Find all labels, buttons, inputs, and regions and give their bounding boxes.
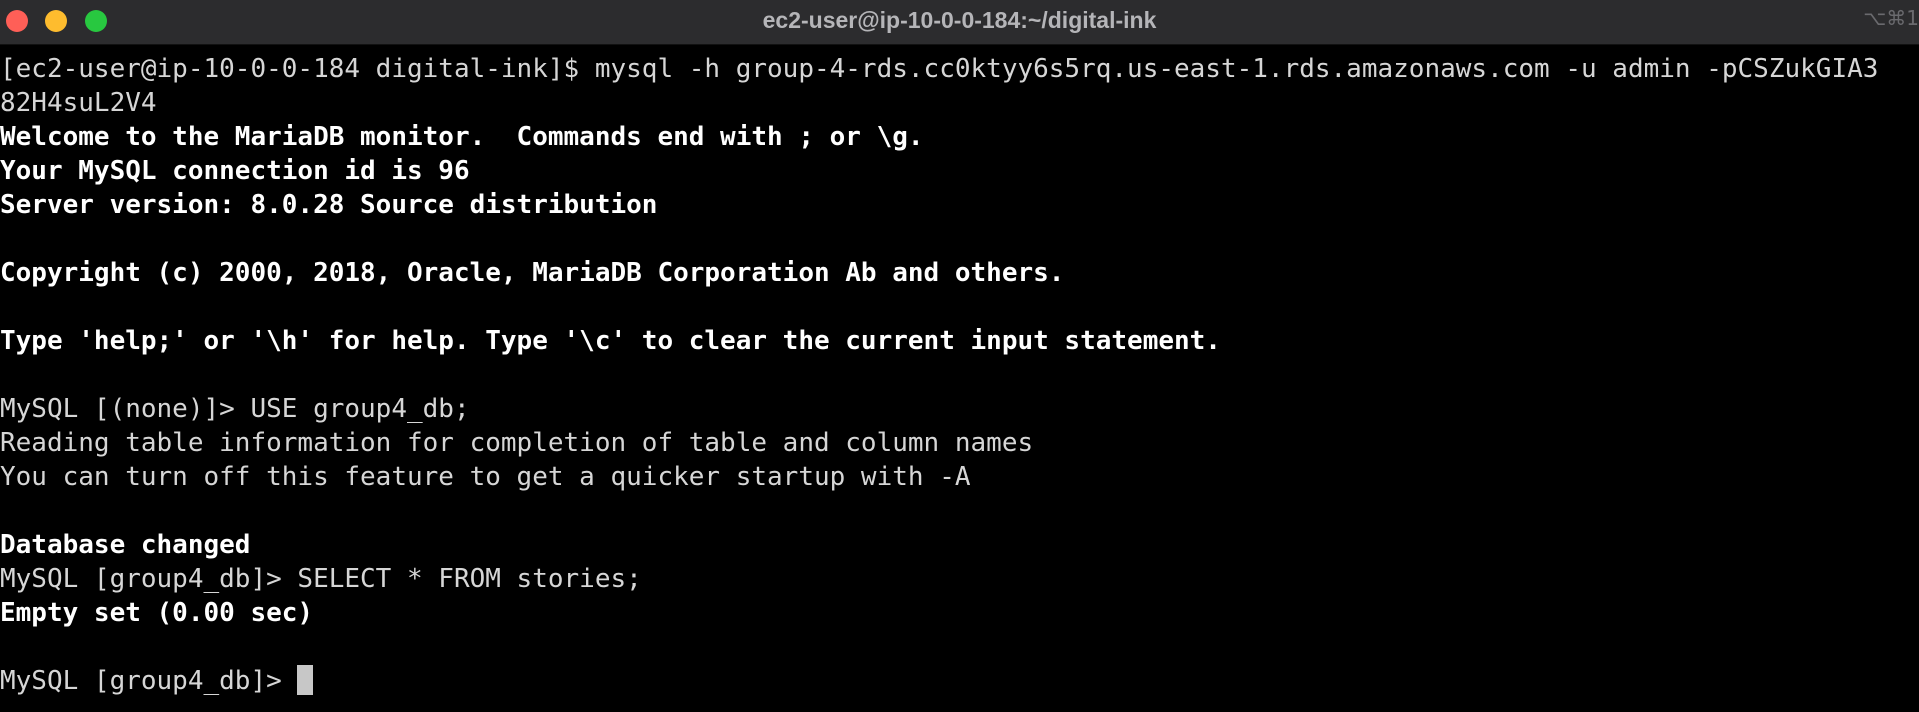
output-line: Server version: 8.0.28 Source distributi… (0, 190, 658, 220)
terminal-output[interactable]: [ec2-user@ip-10-0-0-184 digital-ink]$ my… (0, 52, 1919, 712)
output-line: MySQL [group4_db]> SELECT * FROM stories… (0, 564, 642, 594)
output-line: Copyright (c) 2000, 2018, Oracle, MariaD… (0, 258, 1065, 288)
window-title: ec2-user@ip-10-0-0-184:~/digital-ink (762, 7, 1157, 33)
output-line: You can turn off this feature to get a q… (0, 462, 971, 492)
output-line: Welcome to the MariaDB monitor. Commands… (0, 122, 924, 152)
output-line: Type 'help;' or '\h' for help. Type '\c'… (0, 326, 1221, 356)
terminal-window: ec2-user@ip-10-0-0-184:~/digital-ink ⌥⌘1… (0, 0, 1919, 712)
output-line: Your MySQL connection id is 96 (0, 156, 470, 186)
output-line: Reading table information for completion… (0, 428, 1034, 458)
title-bar[interactable]: ec2-user@ip-10-0-0-184:~/digital-ink ⌥⌘1 (0, 0, 1919, 45)
prompt-line[interactable]: MySQL [group4_db]> (0, 664, 1919, 698)
text-cursor (297, 665, 314, 695)
output-line: MySQL [(none)]> USE group4_db; (0, 394, 470, 424)
output-line: Empty set (0.00 sec) (0, 598, 314, 628)
prompt-text: MySQL [group4_db]> (0, 666, 298, 696)
output-line: [ec2-user@ip-10-0-0-184 digital-ink]$ my… (0, 54, 1879, 84)
output-line: Database changed (0, 530, 251, 560)
shortcut-hint: ⌥⌘1 (1863, 6, 1919, 30)
output-line: 82H4suL2V4 (0, 88, 157, 118)
